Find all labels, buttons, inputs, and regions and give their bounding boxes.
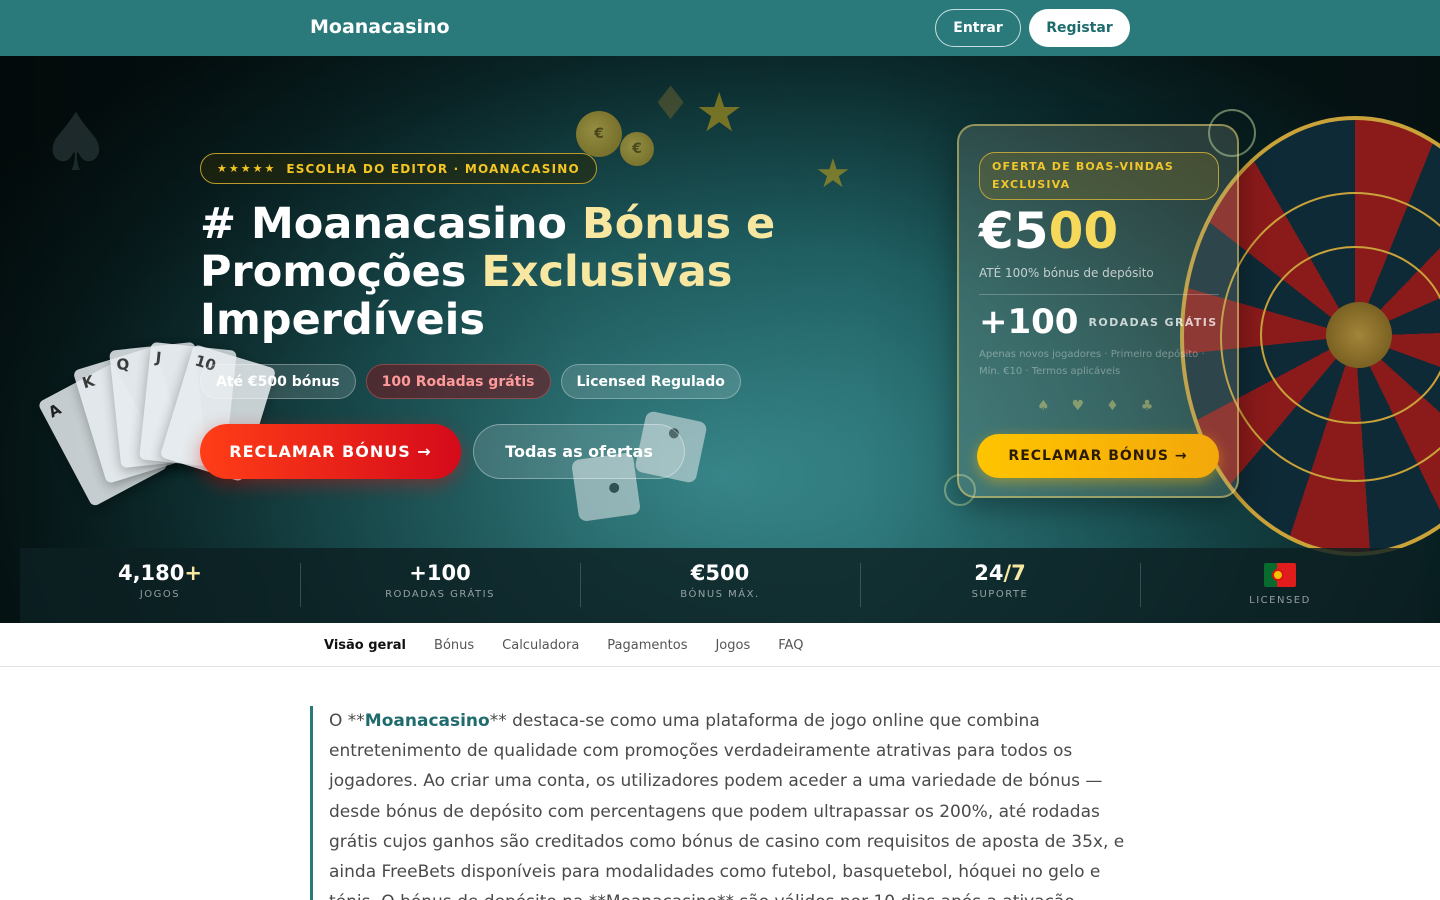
nav-bonus[interactable]: Bónus [434,638,474,653]
title-part: Promoções [200,247,482,297]
stat-value-main: €500 [690,561,750,585]
offer-amount: €500 [979,202,1118,260]
offer-amount-gold: 00 [1048,202,1119,260]
login-button[interactable]: Entrar [935,9,1021,47]
stat-value-accent: /7 [1003,561,1026,585]
stat-max-bonus: €500 BÓNUS MÁX. [580,548,860,623]
card-suits: ♠ ♥ ♦ ♣ [1037,398,1153,414]
stat-value: +100 [409,561,470,585]
nav-calculator[interactable]: Calculadora [502,638,579,653]
top-header: Moanacasino Entrar Registar [0,0,1440,56]
claim-bonus-button[interactable]: RECLAMAR BÓNUS → [200,424,461,479]
bonus-pill: Até €500 bónus [200,364,356,399]
intro-paragraph: O **Moanacasino** destaca-se como uma pl… [329,706,1130,900]
intro-text: ** destaca-se como uma plataforma de jog… [329,711,1125,900]
feature-pills: Até €500 bónus 100 Rodadas grátis Licens… [200,364,820,399]
section-nav: Visão geral Bónus Calculadora Pagamentos… [0,623,1440,667]
intro-quote: O **Moanacasino** destaca-se como uma pl… [310,706,1130,900]
hero-banner: ♠ ♦ ★ ★ € € A K Q J 10 ★★★★★ ESCOLHA DO … [0,56,1440,623]
stat-label: LICENSED [1249,595,1311,606]
offer-terms: Apenas novos jogadores · Primeiro depósi… [979,349,1205,377]
hero-actions: RECLAMAR BÓNUS → Todas as ofertas [200,424,820,479]
stat-value-main: 24 [974,561,1004,585]
title-highlight: Exclusivas [481,247,733,297]
heart-icon: ♥ [1071,398,1085,414]
offer-tag: OFERTA DE BOAS-VINDAS EXCLUSIVA [979,152,1219,200]
spins-label: RODADAS GRÁTIS [1088,315,1218,329]
offer-subtitle: ATÉ 100% bónus de depósito [979,266,1154,280]
spade-icon: ♠ [1037,398,1050,414]
stat-licensed: LICENSED [1140,548,1420,623]
stat-label: JOGOS [139,589,181,600]
stat-value: €500 [691,561,749,585]
offer-claim-button[interactable]: RECLAMAR BÓNUS → [977,434,1219,478]
nav-games[interactable]: Jogos [715,638,750,653]
star-icon: ★ [815,151,851,197]
stat-label: RODADAS GRÁTIS [385,589,495,600]
coin-icon: € [576,111,622,157]
stat-value: 24/7 [974,561,1026,585]
title-part: # Moanacasino [200,199,582,249]
offer-spins: +100 RODADAS GRÁTIS [979,302,1218,342]
page-title: # Moanacasino Bónus e Promoções Exclusiv… [200,200,820,344]
brand-link[interactable]: Moanacasino [365,711,490,731]
license-pill: Licensed Regulado [560,364,741,399]
stat-value-main: 4,180 [117,561,185,585]
stat-value-accent: + [184,561,203,585]
free-spins-pill: 100 Rodadas grátis [365,364,551,399]
stat-label: SUPORTE [971,589,1029,600]
stat-support: 24/7 SUPORTE [860,548,1140,623]
stat-label: BÓNUS MÁX. [680,589,760,600]
stat-value: 4,180+ [118,561,202,585]
club-icon: ♣ [1140,398,1154,414]
spins-value: +100 [979,302,1079,342]
stat-value-main: +100 [409,561,471,585]
title-part: Imperdíveis [200,295,486,345]
all-offers-button[interactable]: Todas as ofertas [473,424,685,479]
nav-overview[interactable]: Visão geral [324,638,406,653]
nav-payments[interactable]: Pagamentos [607,638,687,653]
register-button[interactable]: Registar [1029,9,1130,47]
editor-choice-badge: ★★★★★ ESCOLHA DO EDITOR · MOANACASINO [200,153,597,184]
intro-prefix: O ** [329,711,365,731]
hero-content: ★★★★★ ESCOLHA DO EDITOR · MOANACASINO # … [200,153,820,479]
diamond-icon: ♦ [1106,398,1119,414]
site-logo[interactable]: Moanacasino [310,16,450,38]
wheel-hub [1326,302,1392,368]
welcome-offer-card: OFERTA DE BOAS-VINDAS EXCLUSIVA €500 ATÉ… [957,124,1239,498]
divider [979,294,1219,295]
portugal-flag-icon [1264,563,1296,587]
nav-faq[interactable]: FAQ [778,638,803,653]
spade-icon: ♠ [40,96,112,189]
rating-stars-icon: ★★★★★ [217,162,277,175]
star-icon: ★ [695,81,744,144]
offer-amount-main: €5 [979,202,1049,260]
editor-badge-text: ESCOLHA DO EDITOR · MOANACASINO [286,161,580,176]
stat-games: 4,180+ JOGOS [20,548,300,623]
stat-free-spins: +100 RODADAS GRÁTIS [300,548,580,623]
title-highlight: Bónus e [581,199,776,249]
diamond-icon: ♦ [650,76,692,130]
stats-bar: 4,180+ JOGOS +100 RODADAS GRÁTIS €500 BÓ… [20,548,1420,623]
